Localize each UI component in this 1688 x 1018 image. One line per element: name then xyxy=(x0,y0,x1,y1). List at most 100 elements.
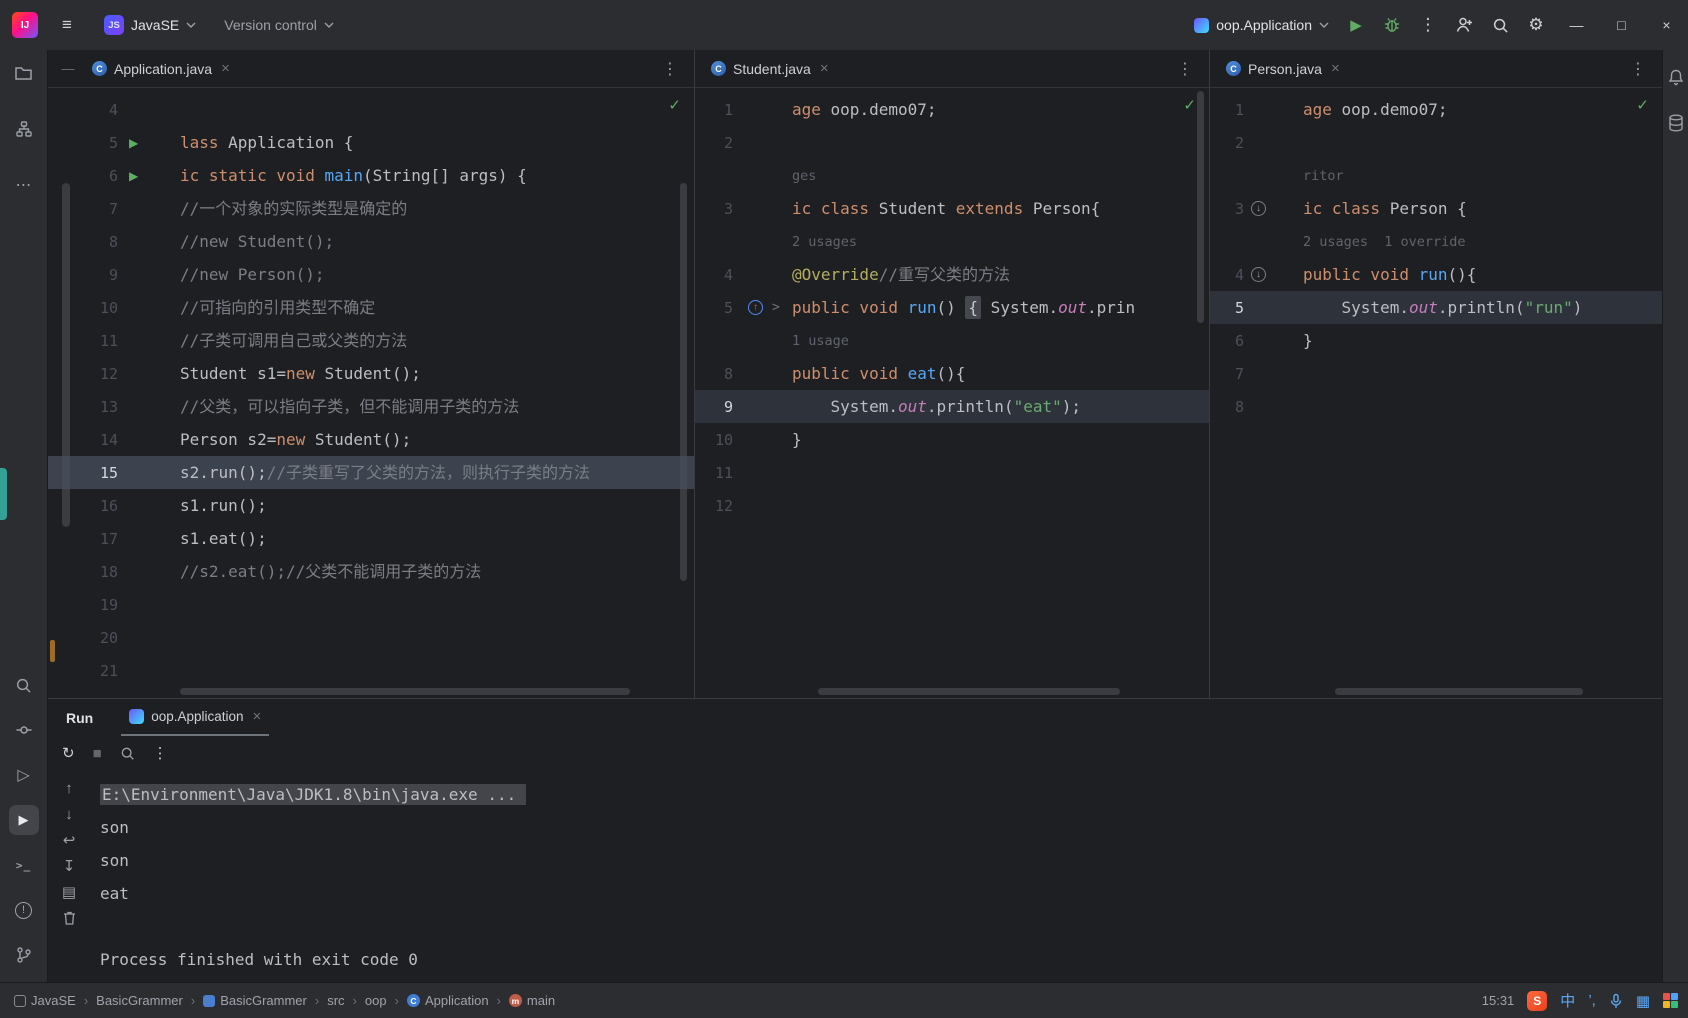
inlay-hint-row[interactable]: 2 usages 1 override xyxy=(1210,225,1662,258)
editor-tab[interactable]: C Student.java × xyxy=(703,50,837,87)
overrides-gutter-icon[interactable]: ↑ xyxy=(748,300,763,315)
tab-options-icon[interactable]: ⋮ xyxy=(1169,59,1201,79)
ime-logo[interactable]: S xyxy=(1527,990,1548,1011)
code-line[interactable]: 9 //new Person(); xyxy=(48,258,694,291)
ime-punctuation-icon[interactable]: ’, xyxy=(1588,992,1596,1009)
breadcrumb-item[interactable]: BasicGrammer xyxy=(92,991,187,1010)
code-line[interactable]: 11 xyxy=(695,456,1209,489)
inspections-ok-icon[interactable]: ✓ xyxy=(668,96,681,114)
services-tool-icon[interactable]: ▷ xyxy=(9,760,39,790)
line-number[interactable]: 19 xyxy=(48,596,118,614)
ime-toolbox-icon[interactable] xyxy=(1663,993,1678,1008)
code-text[interactable]: lass Application { xyxy=(180,126,353,159)
debug-button[interactable] xyxy=(1375,8,1409,42)
code-text[interactable]: System.out.println("eat"); xyxy=(792,390,1081,423)
code-text[interactable]: s2.run();//子类重写了父类的方法，则执行子类的方法 xyxy=(180,456,590,489)
line-number[interactable]: 10 xyxy=(695,431,733,449)
code-text[interactable]: public void eat(){ xyxy=(792,357,965,390)
code-text[interactable]: Person s2=new Student(); xyxy=(180,423,411,456)
code-line[interactable]: 10} xyxy=(695,423,1209,456)
inspections-ok-icon[interactable]: ✓ xyxy=(1636,96,1649,114)
close-button[interactable]: × xyxy=(1645,0,1688,50)
code-line[interactable]: 7 xyxy=(1210,357,1662,390)
code-line[interactable]: 6} xyxy=(1210,324,1662,357)
code-line[interactable]: 2 xyxy=(1210,126,1662,159)
code-line[interactable]: 21 xyxy=(48,654,694,687)
line-number[interactable]: 14 xyxy=(48,431,118,449)
code-line[interactable]: 16 s1.run(); xyxy=(48,489,694,522)
inlay-hint[interactable]: ges xyxy=(792,168,816,184)
vertical-scrollbar[interactable] xyxy=(680,183,687,581)
breadcrumb-item[interactable]: src xyxy=(323,991,348,1010)
more-actions-icon[interactable]: ⋮ xyxy=(1411,8,1445,42)
close-tab-icon[interactable]: × xyxy=(1331,60,1340,77)
line-number[interactable]: 13 xyxy=(48,398,118,416)
code-text[interactable]: } xyxy=(1303,324,1313,357)
code-line[interactable]: 6 ▶ ic static void main(String[] args) { xyxy=(48,159,694,192)
stop-icon[interactable]: ■ xyxy=(93,745,102,762)
breadcrumb-item[interactable]: JavaSE xyxy=(10,991,80,1010)
code-line[interactable]: 19 xyxy=(48,588,694,621)
code-line[interactable]: 18 //s2.eat();//父类不能调用子类的方法 xyxy=(48,555,694,588)
line-number[interactable]: 12 xyxy=(48,365,118,383)
code-text[interactable]: //父类，可以指向子类，但不能调用子类的方法 xyxy=(180,390,519,423)
code-with-me-icon[interactable] xyxy=(1447,8,1481,42)
line-number[interactable]: 15 xyxy=(48,464,118,482)
editor-content[interactable]: 1 age oop.demo07; 2 ritor 3 ↓ ic class Person … xyxy=(1210,88,1662,698)
line-number[interactable]: 12 xyxy=(695,497,733,515)
scroll-to-end-icon[interactable]: ↧ xyxy=(63,858,76,875)
down-stacktrace-icon[interactable]: ↓ xyxy=(65,806,73,823)
inlay-hint-row[interactable]: 2 usages xyxy=(695,225,1209,258)
tab-options-icon[interactable]: ⋮ xyxy=(654,59,686,79)
line-number[interactable]: 17 xyxy=(48,530,118,548)
code-line[interactable]: 12 Student s1=new Student(); xyxy=(48,357,694,390)
code-text[interactable]: age oop.demo07; xyxy=(792,93,937,126)
overridden-gutter-icon[interactable]: ↓ xyxy=(1251,267,1266,282)
horizontal-scrollbar[interactable] xyxy=(1335,688,1583,695)
code-text[interactable]: Student s1=new Student(); xyxy=(180,357,421,390)
line-number[interactable]: 4 xyxy=(1210,266,1244,284)
find-tool-icon[interactable] xyxy=(9,670,39,700)
code-line[interactable]: 9 System.out.println("eat"); xyxy=(695,390,1209,423)
code-line[interactable]: 10 //可指向的引用类型不确定 xyxy=(48,291,694,324)
close-tab-icon[interactable]: × xyxy=(820,60,829,77)
soft-wrap-icon[interactable]: ↩ xyxy=(63,832,76,849)
editor-content[interactable]: 4 5 ▶ lass Application {6 ▶ ic static void ma… xyxy=(48,88,694,698)
code-line[interactable]: 4 @Override//重写父类的方法 xyxy=(695,258,1209,291)
inlay-hint-row[interactable]: 1 usage xyxy=(695,324,1209,357)
main-menu-icon[interactable]: ≡ xyxy=(50,8,84,42)
line-number[interactable]: 21 xyxy=(48,662,118,680)
line-number[interactable]: 3 xyxy=(695,200,733,218)
code-text[interactable]: ic static void main(String[] args) { xyxy=(180,159,527,192)
code-text[interactable]: } xyxy=(792,423,802,456)
tool-window-drag-handle[interactable] xyxy=(0,468,7,520)
code-text[interactable]: //new Person(); xyxy=(180,258,325,291)
up-stacktrace-icon[interactable]: ↑ xyxy=(65,780,73,797)
horizontal-scrollbar[interactable] xyxy=(180,688,630,695)
line-number[interactable]: 3 xyxy=(1210,200,1244,218)
line-number[interactable]: 6 xyxy=(48,167,118,185)
tab-options-icon[interactable]: ⋮ xyxy=(1622,59,1654,79)
code-text[interactable]: //new Student(); xyxy=(180,225,334,258)
line-number[interactable]: 11 xyxy=(48,332,118,350)
code-line[interactable]: 11 //子类可调用自己或父类的方法 xyxy=(48,324,694,357)
code-text[interactable]: public void run() { System.out.prin xyxy=(792,291,1135,324)
inlay-hint-row[interactable]: ritor xyxy=(1210,159,1662,192)
run-gutter-icon[interactable]: ▶ xyxy=(129,169,138,183)
vcs-widget[interactable]: Version control xyxy=(216,12,342,38)
ime-mic-icon[interactable] xyxy=(1609,993,1623,1009)
code-text[interactable]: //可指向的引用类型不确定 xyxy=(180,291,375,324)
ime-language-icon[interactable]: 中 xyxy=(1560,990,1575,1011)
run-config-widget[interactable]: oop.Application xyxy=(1186,12,1337,38)
problems-tool-icon[interactable]: ! xyxy=(9,895,39,925)
code-text[interactable]: @Override//重写父类的方法 xyxy=(792,258,1010,291)
commit-tool-icon[interactable] xyxy=(9,715,39,745)
inlay-hint-row[interactable]: ges xyxy=(695,159,1209,192)
code-line[interactable]: 1 age oop.demo07; xyxy=(1210,93,1662,126)
project-tool-icon[interactable] xyxy=(9,58,39,88)
database-tool-icon[interactable] xyxy=(1664,108,1688,138)
code-line[interactable]: 14 Person s2=new Student(); xyxy=(48,423,694,456)
vertical-scrollbar[interactable] xyxy=(1197,91,1204,323)
breadcrumb-item[interactable]: BasicGrammer xyxy=(199,991,311,1010)
run-tab[interactable]: oop.Application × xyxy=(121,699,270,736)
